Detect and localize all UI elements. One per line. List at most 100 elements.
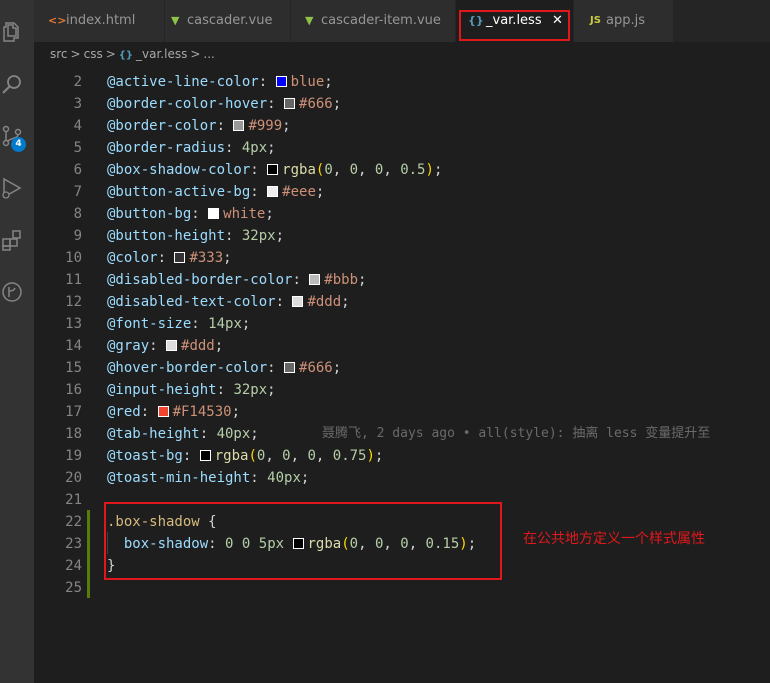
- code-text: @toast-min-height: 40px;: [107, 467, 309, 489]
- color-swatch[interactable]: [267, 186, 279, 197]
- code-token: @red: [107, 404, 141, 420]
- html-file-icon: <>: [48, 14, 67, 27]
- code-line[interactable]: 7 @button-active-bg: #eee;: [34, 181, 770, 203]
- color-swatch[interactable]: [284, 362, 296, 373]
- code-token: :: [250, 470, 268, 486]
- code-line[interactable]: 19 @toast-bg: rgba(0, 0, 0, 0.75);: [34, 445, 770, 467]
- code-line[interactable]: 15 @hover-border-color: #666;: [34, 357, 770, 379]
- line-number: 14: [65, 338, 82, 354]
- code-line[interactable]: 14 @gray: #ddd;: [34, 335, 770, 357]
- code-token: :: [216, 118, 234, 134]
- debug-icon[interactable]: [0, 176, 24, 200]
- code-token: ;: [267, 382, 276, 398]
- color-swatch[interactable]: [292, 296, 304, 307]
- extensions-icon[interactable]: [0, 228, 24, 252]
- breadcrumb-item[interactable]: src: [50, 47, 68, 61]
- code-text: @button-height: 32px;: [107, 225, 284, 247]
- line-number: 11: [65, 272, 82, 288]
- line-number: 24: [65, 558, 82, 574]
- color-swatch[interactable]: [166, 340, 178, 351]
- tab-cascader-item-vue[interactable]: ▼ cascader-item.vue: [291, 0, 456, 42]
- code-token: :: [225, 140, 242, 156]
- code-line[interactable]: 11 @disabled-border-color: #bbb;: [34, 269, 770, 291]
- code-line[interactable]: 5 @border-radius: 4px;: [34, 137, 770, 159]
- git-added-lines-indicator: [87, 510, 90, 598]
- code-token: ): [425, 162, 434, 178]
- tab-index-html[interactable]: <> index.html: [34, 0, 165, 42]
- code-line[interactable]: 18 @tab-height: 40px; 聂腾飞, 2 days ago • al…: [34, 423, 770, 445]
- search-icon[interactable]: [0, 72, 24, 96]
- code-token: blue: [290, 74, 325, 90]
- breadcrumb-item[interactable]: css: [84, 47, 103, 61]
- tab-cascader-vue[interactable]: ▼ cascader.vue: [165, 0, 291, 42]
- vue-file-icon: ▼: [171, 14, 180, 27]
- code-token: #666: [299, 96, 333, 112]
- code-token: :: [140, 404, 158, 420]
- active-tab-highlight-box: [459, 10, 570, 41]
- code-token: :: [258, 74, 276, 90]
- code-line[interactable]: 4 @border-color: #999;: [34, 115, 770, 137]
- code-text: @box-shadow-color: rgba(0, 0, 0, 0.5);: [107, 159, 442, 181]
- line-number: 10: [65, 250, 82, 266]
- code-token: @border-color: [107, 118, 217, 134]
- line-number: 3: [73, 96, 82, 112]
- code-highlight-box: [104, 502, 502, 580]
- line-number: 15: [65, 360, 82, 376]
- code-token: ;: [433, 162, 443, 178]
- color-swatch[interactable]: [267, 164, 279, 175]
- code-token: ;: [374, 448, 384, 464]
- code-line[interactable]: 20 @toast-min-height: 40px;: [34, 467, 770, 489]
- color-swatch[interactable]: [309, 274, 321, 285]
- code-token: ;: [231, 404, 241, 420]
- code-text: @hover-border-color: #666;: [107, 357, 341, 379]
- line-number: 20: [65, 470, 82, 486]
- color-swatch[interactable]: [275, 76, 287, 87]
- code-token: 32px: [241, 228, 276, 244]
- code-line[interactable]: 25: [34, 577, 770, 599]
- code-line[interactable]: 12 @disabled-text-color: #ddd;: [34, 291, 770, 313]
- color-swatch[interactable]: [233, 120, 245, 131]
- code-line[interactable]: 2 @active-line-color: blue;: [34, 71, 770, 93]
- code-token: ;: [250, 426, 259, 442]
- code-line[interactable]: 17 @red: #F14530;: [34, 401, 770, 423]
- code-text: @disabled-text-color: #ddd;: [107, 291, 350, 313]
- line-number: 6: [73, 162, 82, 178]
- code-token: 40px: [267, 470, 301, 486]
- code-text: @red: #F14530;: [107, 401, 240, 423]
- breadcrumb-item[interactable]: ...: [203, 47, 214, 61]
- code-line[interactable]: 16 @input-height: 32px;: [34, 379, 770, 401]
- code-text: @border-color: #999;: [107, 115, 291, 137]
- color-swatch[interactable]: [174, 252, 186, 263]
- code-line[interactable]: 8 @button-bg: white;: [34, 203, 770, 225]
- code-token: #666: [299, 360, 333, 376]
- code-line[interactable]: 13 @font-size: 14px;: [34, 313, 770, 335]
- code-line[interactable]: 3 @border-color-hover: #666;: [34, 93, 770, 115]
- git-graph-icon[interactable]: [0, 280, 24, 304]
- code-text: @color: #333;: [107, 247, 232, 269]
- code-editor[interactable]: 25 24} 23 box-shadow: 0 0 5px rgba(0, 0, 0…: [34, 66, 770, 683]
- vue-file-icon: ▼: [305, 14, 314, 27]
- code-token: @disabled-border-color: [107, 272, 293, 288]
- code-text: @gray: #ddd;: [107, 335, 223, 357]
- code-token: :: [267, 360, 285, 376]
- color-swatch[interactable]: [199, 450, 211, 461]
- code-token: :: [191, 316, 209, 332]
- line-number: 19: [65, 448, 82, 464]
- chevron-right-icon: >: [190, 47, 201, 61]
- code-token: #bbb: [324, 272, 359, 288]
- breadcrumb-item[interactable]: _var.less: [136, 47, 187, 61]
- code-token: 14px: [208, 316, 242, 332]
- color-swatch[interactable]: [208, 208, 220, 219]
- tab-app-js[interactable]: JS app.js: [574, 0, 674, 42]
- explorer-icon[interactable]: [0, 20, 24, 44]
- code-token: ;: [265, 206, 274, 222]
- code-line[interactable]: 9 @button-height: 32px;: [34, 225, 770, 247]
- color-swatch[interactable]: [284, 98, 296, 109]
- line-number: 23: [65, 536, 82, 552]
- code-token: #ddd: [181, 338, 215, 354]
- color-swatch[interactable]: [157, 406, 169, 417]
- git-blame-annotation: 聂腾飞, 2 days ago • all(style): 抽离 less 变量…: [322, 426, 711, 441]
- code-line[interactable]: 6 @box-shadow-color: rgba(0, 0, 0, 0.5);: [34, 159, 770, 181]
- code-token: ;: [282, 118, 291, 134]
- code-line[interactable]: 10 @color: #333;: [34, 247, 770, 269]
